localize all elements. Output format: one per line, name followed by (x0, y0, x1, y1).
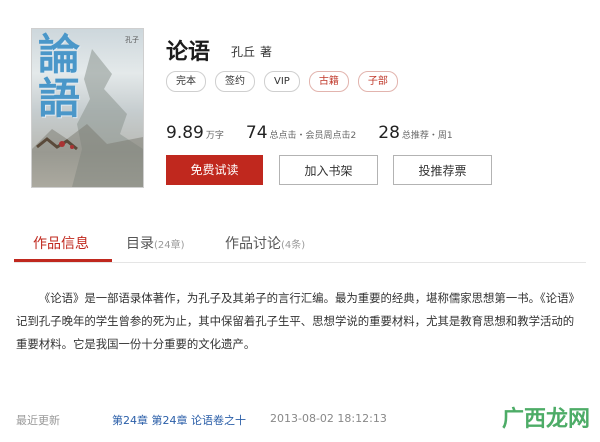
tag-signed: 签约 (215, 71, 255, 92)
author-role: 著 (260, 45, 273, 59)
recommend-count-unit: 总推荐・周1 (401, 131, 453, 141)
tab-catalog-label: 目录 (126, 236, 154, 252)
latest-update-time: 2013-08-02 18:12:13 (270, 412, 387, 425)
author-name[interactable]: 孔丘 (231, 43, 255, 60)
tab-discussion[interactable]: 作品讨论(4条) (225, 233, 305, 253)
cover-subtitle: 孔子 (125, 36, 139, 44)
tab-discussion-count: (4条) (281, 240, 306, 251)
recommend-count: 28 (378, 123, 400, 143)
tag-subcategory[interactable]: 子部 (357, 71, 398, 92)
book-title: 论语 (166, 40, 211, 65)
site-watermark: 广西龙网 (502, 401, 590, 433)
word-count-unit: 万字 (205, 131, 224, 141)
latest-update-label: 最近更新 (16, 414, 60, 427)
book-stats: 9.89 万字 74 总点击・会员周点击2 28 总推荐・周1 (166, 123, 453, 143)
tab-catalog-count: (24章) (154, 240, 185, 251)
tag-complete: 完本 (166, 71, 206, 92)
tabs-divider (14, 262, 586, 263)
tag-list: 完本 签约 VIP 古籍 子部 (166, 71, 398, 92)
free-read-button[interactable]: 免费试读 (166, 155, 263, 185)
cover-title: 論語 (38, 30, 81, 123)
recommend-vote-button[interactable]: 投推荐票 (393, 155, 492, 185)
add-to-shelf-button[interactable]: 加入书架 (279, 155, 378, 185)
tab-work-info[interactable]: 作品信息 (33, 233, 89, 253)
click-count-unit: 总点击・会员周点击2 (269, 131, 357, 141)
watermark-text: 广西龙网 (501, 407, 590, 432)
book-description: 《论语》是一部语录体著作，为孔子及其弟子的言行汇编。最为重要的经典，堪称儒家思想… (16, 291, 580, 351)
tag-category[interactable]: 古籍 (308, 71, 349, 92)
tab-catalog[interactable]: 目录(24章) (126, 233, 185, 253)
latest-chapter-link[interactable]: 第24章 第24章 论语卷之十 (112, 412, 246, 428)
tab-work-info-label: 作品信息 (33, 236, 89, 252)
book-cover[interactable]: 論語 孔子 (32, 29, 143, 187)
tab-discussion-label: 作品讨论 (225, 236, 281, 252)
tag-vip: VIP (264, 71, 300, 92)
click-count: 74 (245, 123, 268, 143)
word-count: 9.89 (166, 123, 204, 143)
